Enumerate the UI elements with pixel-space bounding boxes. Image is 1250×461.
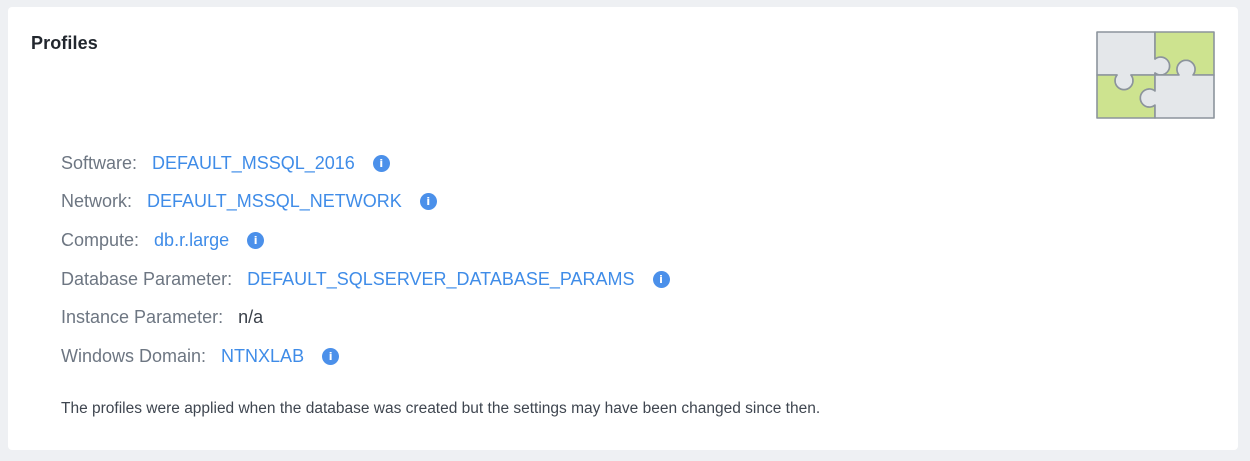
profile-label: Compute: [61, 229, 140, 250]
info-icon[interactable]: i [652, 270, 670, 288]
profile-row-windows-domain: Windows Domain: NTNXLAB i [61, 337, 670, 376]
card-title: Profiles [31, 33, 98, 53]
profile-label: Software: [61, 152, 138, 173]
info-icon[interactable]: i [419, 193, 437, 211]
profiles-list: Software: DEFAULT_MSSQL_2016 i Network: … [61, 144, 670, 376]
profile-label: Network: [61, 191, 133, 212]
info-icon[interactable]: i [322, 347, 340, 365]
windows-domain-profile-link[interactable]: NTNXLAB [221, 346, 304, 367]
info-icon[interactable]: i [247, 231, 265, 249]
profile-row-database-parameter: Database Parameter: DEFAULT_SQLSERVER_DA… [61, 260, 670, 299]
compute-profile-link[interactable]: db.r.large [154, 230, 229, 251]
profile-row-software: Software: DEFAULT_MSSQL_2016 i [61, 144, 670, 183]
instance-parameter-value: n/a [238, 307, 264, 328]
profile-label: Instance Parameter: [61, 307, 224, 328]
database-parameter-profile-link[interactable]: DEFAULT_SQLSERVER_DATABASE_PARAMS [247, 269, 634, 290]
info-icon[interactable]: i [372, 154, 390, 172]
profile-row-network: Network: DEFAULT_MSSQL_NETWORK i [61, 183, 670, 222]
profile-row-instance-parameter: Instance Parameter: n/a [61, 298, 670, 337]
network-profile-link[interactable]: DEFAULT_MSSQL_NETWORK [147, 191, 402, 212]
puzzle-pieces-icon [1093, 29, 1217, 121]
profiles-card: Profiles Software: DEFAULT_MSSQL_2016 i … [8, 7, 1238, 450]
software-profile-link[interactable]: DEFAULT_MSSQL_2016 [152, 153, 355, 174]
profile-row-compute: Compute: db.r.large i [61, 221, 670, 260]
profile-label: Database Parameter: [61, 268, 233, 289]
profile-label: Windows Domain: [61, 345, 207, 366]
profiles-note: The profiles were applied when the datab… [61, 400, 821, 417]
